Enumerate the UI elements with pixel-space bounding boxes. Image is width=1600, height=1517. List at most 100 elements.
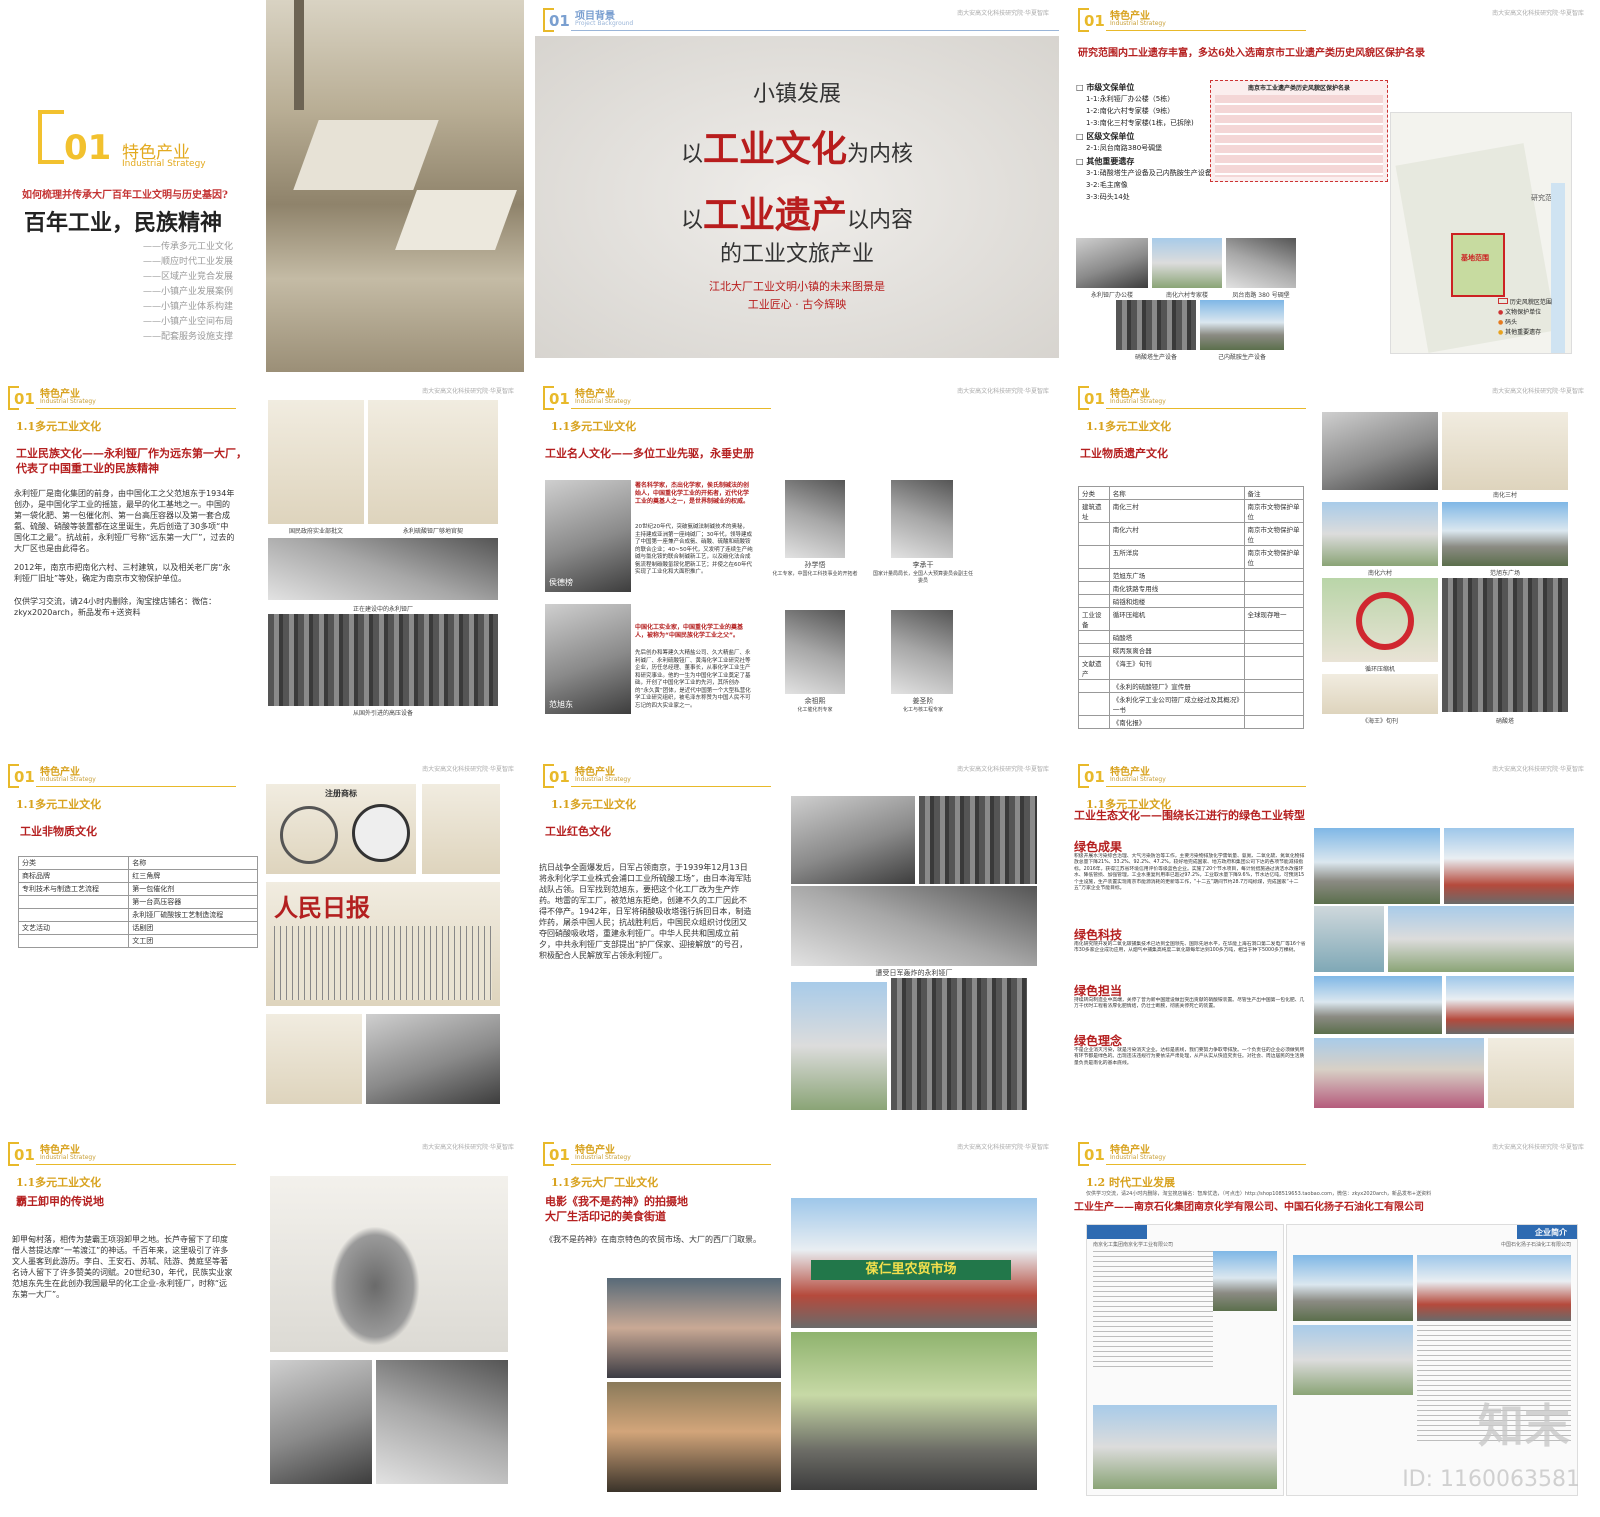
table-cell: [1243, 656, 1305, 680]
card-title: 企业简介: [1535, 1228, 1567, 1237]
header-subtitle: Industrial Strategy: [40, 398, 96, 405]
table-rows: [1215, 95, 1383, 177]
panel-film-location: 01 特色产业 Industrial Strategy 南大安高文化科技研究院·…: [535, 1134, 1059, 1506]
table-title: 南京市工业遗产类历史风貌区保护名录: [1247, 85, 1350, 92]
panel-header: 01 特色产业 Industrial Strategy: [543, 764, 773, 788]
table-row: 范旭东广场: [1078, 568, 1305, 582]
map-site-boundary: [1451, 233, 1505, 297]
photo-caption: 国民政府实业部批文: [288, 528, 343, 535]
photo-nanhua-liucun: [1322, 502, 1438, 566]
photo-office-building: [1076, 238, 1148, 288]
photo-team: [1314, 1038, 1484, 1108]
aerial-factory-photo: [266, 0, 524, 372]
header-number: 01: [14, 768, 35, 786]
table-cell: [1078, 594, 1110, 608]
question-text: 如何梳理并传承大厂百年工业文明与历史基因?: [22, 190, 228, 201]
table-cell: [1078, 630, 1110, 644]
photo-troupe: [366, 1014, 500, 1104]
photo-street: [791, 982, 887, 1110]
table-cell: [1078, 522, 1110, 546]
protection-list-table: 南京市工业遗产类历史风貌区保护名录: [1210, 80, 1388, 182]
panel-headline: 工业红色文化: [545, 825, 611, 838]
tagline-2: 工业匠心 · 古今辉映: [747, 298, 847, 311]
legend-label: 码头: [1505, 319, 1518, 326]
section-number: 01: [64, 128, 112, 168]
slogan-text: 以: [680, 142, 703, 167]
header-rule: [1106, 408, 1306, 409]
portrait-hou: 侯德榜: [545, 480, 631, 592]
photo-caption: 南化六村: [1367, 570, 1392, 577]
header-rule: [36, 786, 236, 787]
photo-bunker: [1226, 238, 1296, 288]
table-cell: 专利技术与制造工艺流程: [17, 882, 130, 896]
body-text: 仅供学习交流，请24小时内删除，淘宝搜店铺名：微信：zkyx2020arch，新…: [14, 597, 217, 617]
section-heading: 1.1多元大厂工业文化: [551, 1176, 659, 1189]
intangible-table: 分类 名称 商标品牌 红三角牌 专利技术与制造工艺流程 第一包催化剂 第一台高压容器 永利铔厂…: [17, 856, 258, 948]
table-cell: 硝酸塔: [1108, 630, 1245, 644]
legend-item: ● 文物保护单位: [1498, 309, 1542, 316]
photo-caption: 南化六村专家楼: [1165, 292, 1208, 299]
portrait-yu: [785, 610, 845, 694]
org-label: 南大安高文化科技研究院·华夏智库: [422, 766, 514, 773]
card-text-lines: [1093, 1251, 1213, 1371]
tagline-1: 江北大厂工业文明小镇的未来图景是: [709, 280, 885, 293]
slogan-line-1: 小镇发展: [752, 82, 841, 107]
table-cell: [1078, 643, 1110, 657]
table-cell: 《海王》旬刊: [1108, 656, 1245, 680]
photo-market: 葆仁里农贸市场: [791, 1198, 1037, 1328]
table-cell: 《永利化学工业公司铔厂成立经过及其概况》一书: [1108, 692, 1245, 716]
header-subtitle: Industrial Strategy: [1110, 1154, 1166, 1161]
photo-drawing: [266, 1014, 362, 1104]
portrait-sun: [785, 480, 845, 558]
table-row: 《永利化学工业公司铔厂成立经过及其概况》一书: [1078, 692, 1305, 716]
header-rule: [1106, 30, 1306, 31]
block-text: 持续转向制造业中高端，关停了曾为新中国建设做出突出贡献的硝酸铵装置。尽管生产出中…: [1074, 998, 1305, 1010]
map-label: 基地范围: [1461, 254, 1489, 262]
portrait-name: 余祖熙: [804, 697, 826, 705]
photo-nitric-tower: [1442, 578, 1568, 712]
table-cell: [17, 908, 130, 922]
header-rule: [1106, 1164, 1306, 1165]
slogan-text: 以内容: [847, 208, 914, 233]
table-cell: 话剧团: [128, 921, 258, 935]
table-row: 《南化报》: [1078, 715, 1305, 729]
table-row: 工业设备 循环压缩机 全球现存唯一: [1078, 607, 1305, 631]
header-subtitle: Industrial Strategy: [40, 1154, 96, 1161]
table-header-cell: 名称: [128, 856, 258, 870]
table-row: 专利技术与制造工艺流程 第一包催化剂: [17, 882, 258, 896]
heritage-table: 分类 名称 备注 建筑遗址 南化三村 南京市文物保护单位 南化六村 南京市文物保护单位 五所洋房…: [1078, 486, 1305, 729]
table-cell: [1078, 545, 1110, 569]
warrior-figure: [330, 1226, 420, 1346]
table-header-cell: 备注: [1243, 486, 1305, 500]
table-cell: 第一台高压容器: [128, 895, 258, 909]
slogan-line-3: 以工业遗产以内容: [535, 186, 1059, 238]
panel-national-spirit: 01 特色产业 Industrial Strategy 南大安高文化科技研究院·…: [0, 378, 524, 750]
photo-caprolactam: [1200, 300, 1284, 350]
photo-document-1: [268, 400, 364, 524]
photo-plant-2: [1444, 828, 1574, 904]
table-header-cell: 分类: [1078, 486, 1110, 500]
section-heading: 1.1多元工业文化: [16, 798, 102, 811]
table-row: 五所洋房 南京市文物保护单位: [1078, 545, 1305, 569]
header-subtitle: Project Background: [575, 20, 634, 27]
panel-header: 01 特色产业 Industrial Strategy: [1078, 8, 1308, 32]
agenda-list: ——传承多元工业文化 ——顺应时代工业发展 ——区域产业竞合发展 ——小镇产业发…: [118, 240, 233, 345]
photo-document-2: [368, 400, 498, 524]
photo-certificate: [1488, 1038, 1574, 1108]
company-card-left: 企业简介 南京化工集团南京化学工业有限公司: [1086, 1224, 1284, 1496]
table-header-row: 分类 名称: [17, 856, 258, 870]
photo-expert-building: [1152, 238, 1222, 288]
table-cell: 南化六村: [1108, 522, 1245, 546]
bio-text: 先后创办和筹建久大精盐公司、久大精盐厂、永利碱厂、永利硫酸铔厂、黄海化学工业研究…: [635, 650, 751, 709]
section-heading: 1.1多元工业文化: [551, 420, 637, 433]
table-cell: [1243, 715, 1305, 729]
photo-caption: 循环压缩机: [1364, 666, 1395, 673]
table-row: 文艺活动 话剧团: [17, 921, 258, 935]
painting-warrior: [270, 1176, 508, 1352]
id-watermark: ID: 1160063581: [1402, 1467, 1580, 1492]
building-roof: [395, 190, 517, 250]
legend-item: ● 码头: [1498, 319, 1518, 326]
header-rule: [36, 408, 236, 409]
portrait-li: [891, 480, 953, 558]
org-label: 南大安高文化科技研究院·华夏智库: [422, 1144, 514, 1151]
